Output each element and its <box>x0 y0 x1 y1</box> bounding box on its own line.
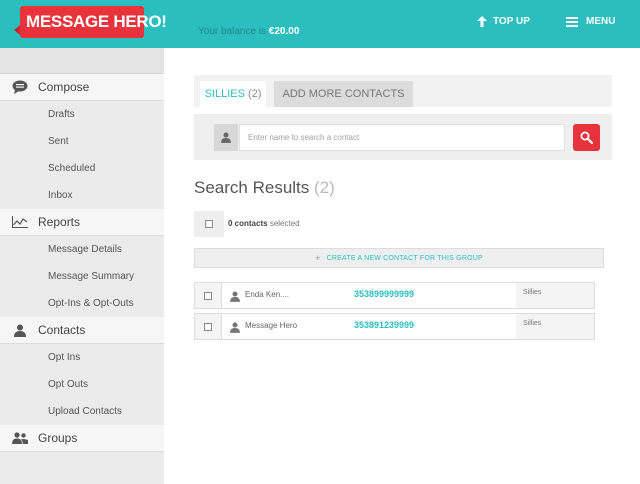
plus-icon: + <box>315 253 321 263</box>
sidebar-item-opt-outs[interactable]: Opt Outs <box>0 371 164 398</box>
sidebar-section-groups[interactable]: Groups <box>0 425 164 452</box>
sidebar-spacer <box>0 48 164 74</box>
contact-name: Message Hero <box>245 321 298 330</box>
search-panel <box>194 114 612 160</box>
search-input[interactable] <box>239 124 565 151</box>
hamburger-icon <box>566 16 578 27</box>
row-checkbox[interactable] <box>204 322 212 331</box>
selected-suffix: selected <box>269 219 300 228</box>
contact-phone: 353891239999 <box>354 320 415 330</box>
sidebar-section-compose[interactable]: Compose <box>0 74 164 101</box>
results-count: (2) <box>314 178 335 197</box>
results-title: Search Results (2) <box>194 178 335 198</box>
tab-add-more-contacts[interactable]: ADD MORE CONTACTS <box>274 81 413 107</box>
group-tabs: SILLIES (2) ADD MORE CONTACTS <box>194 75 612 107</box>
table-row[interactable]: Message Hero 353891239999 Sillies <box>194 313 595 340</box>
sidebar-section-contacts[interactable]: Contacts <box>0 317 164 344</box>
sidebar-section-reports[interactable]: Reports <box>0 209 164 236</box>
logo[interactable]: MESSAGE HERO! <box>14 6 167 38</box>
sidebar-item-message-summary[interactable]: Message Summary <box>0 263 164 290</box>
row-checkbox[interactable] <box>204 291 212 300</box>
row-checkbox-cell <box>195 283 222 308</box>
results-title-text: Search Results <box>194 178 310 197</box>
sidebar-section-label: Groups <box>38 431 78 445</box>
contact-group: Sillies <box>523 320 542 327</box>
search-icon <box>580 131 593 144</box>
logo-text: MESSAGE HERO! <box>26 12 167 31</box>
line-chart-icon <box>12 215 28 229</box>
sidebar-item-drafts[interactable]: Drafts <box>0 101 164 128</box>
contact-group: Sillies <box>523 289 542 296</box>
contact-phone: 353899999999 <box>354 289 415 299</box>
menu-button[interactable]: MENU <box>566 16 615 27</box>
create-contact-label: CREATE A NEW CONTACT FOR THIS GROUP <box>326 254 483 262</box>
tab-count: (2) <box>247 88 262 100</box>
selected-count-text: 0 contacts selected <box>228 219 300 228</box>
table-row[interactable]: Enda Ken.... 353899999999 Sillies <box>194 282 595 309</box>
row-main-cell: Message Hero 353891239999 <box>222 314 516 339</box>
person-icon <box>214 124 238 151</box>
person-icon <box>230 289 240 307</box>
create-contact-button[interactable]: + CREATE A NEW CONTACT FOR THIS GROUP <box>194 248 604 268</box>
row-checkbox-cell <box>195 314 222 339</box>
selected-count: 0 contacts <box>228 219 268 228</box>
row-main-cell: Enda Ken.... 353899999999 <box>222 283 516 308</box>
sidebar-item-sent[interactable]: Sent <box>0 128 164 155</box>
select-all-checkbox[interactable] <box>205 220 213 228</box>
sidebar-section-label: Contacts <box>38 323 86 337</box>
sidebar-section-label: Compose <box>38 80 90 94</box>
top-up-button[interactable]: TOP UP <box>477 16 530 27</box>
sidebar-section-label: Reports <box>38 215 81 229</box>
sidebar-item-opt-ins-opt-outs[interactable]: Opt-Ins & Opt-Outs <box>0 290 164 317</box>
sidebar-item-message-details[interactable]: Message Details <box>0 236 164 263</box>
sidebar-item-inbox[interactable]: Inbox <box>0 182 164 209</box>
tab-sillies[interactable]: SILLIES (2) <box>200 81 266 107</box>
sidebar-item-upload-contacts[interactable]: Upload Contacts <box>0 398 164 425</box>
balance-value: €20.00 <box>268 26 300 37</box>
chat-bubble-icon <box>12 80 28 94</box>
top-bar: MESSAGE HERO! Your balance is €20.00 TOP… <box>0 0 640 48</box>
top-up-label: TOP UP <box>493 16 530 27</box>
tab-label: SILLIES <box>204 88 245 100</box>
sidebar-item-opt-ins[interactable]: Opt Ins <box>0 344 164 371</box>
search-button[interactable] <box>573 124 600 151</box>
menu-label: MENU <box>586 16 616 27</box>
select-all-cell <box>194 211 224 237</box>
contact-name: Enda Ken.... <box>245 290 290 299</box>
person-icon <box>230 320 240 338</box>
person-icon <box>12 323 28 337</box>
group-icon <box>12 431 28 445</box>
balance-display: Your balance is €20.00 <box>198 26 299 37</box>
sidebar: Compose Drafts Sent Scheduled Inbox Repo… <box>0 48 164 484</box>
sidebar-item-scheduled[interactable]: Scheduled <box>0 155 164 182</box>
arrow-up-icon <box>477 16 487 27</box>
balance-label: Your balance is <box>198 26 267 37</box>
